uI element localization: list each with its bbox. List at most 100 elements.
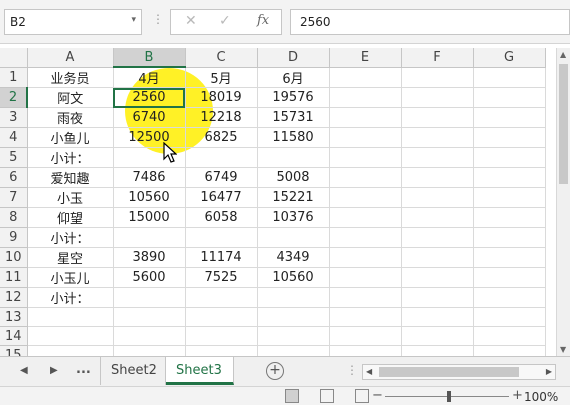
cell-f14[interactable] (401, 326, 474, 346)
tab-sheet2[interactable]: Sheet2 (100, 357, 166, 385)
row-header[interactable]: 15 (0, 345, 28, 356)
scroll-left-icon[interactable]: ◀ (366, 367, 372, 376)
cell-d6[interactable]: 5008 (257, 167, 330, 188)
scroll-right-icon[interactable]: ▶ (546, 367, 552, 376)
cell-c15[interactable] (185, 345, 258, 356)
chevron-down-icon[interactable]: ▾ (131, 15, 136, 25)
cell-f10[interactable] (401, 247, 474, 268)
cell-d9[interactable] (257, 227, 330, 248)
vertical-scrollbar[interactable]: ▲ ▼ (556, 48, 570, 356)
cell-d8[interactable]: 10376 (257, 207, 330, 228)
normal-view-icon[interactable] (285, 389, 299, 403)
cell-f12[interactable] (401, 287, 474, 308)
cell-a13[interactable] (27, 307, 114, 327)
cancel-icon[interactable]: ✕ (185, 13, 197, 29)
cell-e2[interactable] (329, 87, 402, 108)
cell-d14[interactable] (257, 326, 330, 346)
row-header[interactable]: 4 (0, 127, 28, 148)
enter-icon[interactable]: ✓ (219, 13, 231, 29)
cell-a8[interactable]: 仰望 (27, 207, 114, 228)
cell-f15[interactable] (401, 345, 474, 356)
cell-table[interactable]: ABCDEFG 1 业务员 4月 5月 6月 2 阿文 2560 18019 19576 3 雨夜 67… (0, 48, 546, 356)
cell-a15[interactable] (27, 345, 114, 356)
cell-b2[interactable]: 2560 (113, 87, 186, 108)
column-header-c[interactable]: C (185, 48, 258, 68)
cell-g10[interactable] (473, 247, 546, 268)
cell-a9[interactable]: 小计： (27, 227, 114, 248)
cell-g5[interactable] (473, 147, 546, 168)
cell-e13[interactable] (329, 307, 402, 327)
cell-b10[interactable]: 3890 (113, 247, 186, 268)
cell-g11[interactable] (473, 267, 546, 288)
scroll-thumb[interactable] (559, 64, 568, 184)
zoom-in-button[interactable]: + (512, 388, 523, 403)
formula-input[interactable]: 2560 (290, 9, 570, 35)
worksheet-grid[interactable]: ABCDEFG 1 业务员 4月 5月 6月 2 阿文 2560 18019 19576 3 雨夜 67… (0, 48, 556, 356)
cell-g8[interactable] (473, 207, 546, 228)
cell-g9[interactable] (473, 227, 546, 248)
tab-splitter-icon[interactable]: ⋮ (346, 363, 358, 377)
cell-d12[interactable] (257, 287, 330, 308)
cell-e6[interactable] (329, 167, 402, 188)
cell-c13[interactable] (185, 307, 258, 327)
cell-g2[interactable] (473, 87, 546, 108)
zoom-out-button[interactable]: − (372, 388, 383, 403)
cell-c8[interactable]: 6058 (185, 207, 258, 228)
cell-d7[interactable]: 15221 (257, 187, 330, 208)
cell-b8[interactable]: 15000 (113, 207, 186, 228)
cell-b9[interactable] (113, 227, 186, 248)
column-header-d[interactable]: D (257, 48, 330, 68)
row-header[interactable]: 12 (0, 287, 28, 308)
scroll-up-icon[interactable]: ▲ (560, 50, 566, 59)
cell-e9[interactable] (329, 227, 402, 248)
cell-c3[interactable]: 12218 (185, 107, 258, 128)
insert-function-icon[interactable]: fx (257, 13, 269, 28)
cell-d11[interactable]: 10560 (257, 267, 330, 288)
zoom-slider-thumb[interactable] (447, 391, 451, 402)
cell-b14[interactable] (113, 326, 186, 346)
tab-sheet3[interactable]: Sheet3 (166, 357, 234, 385)
cell-b15[interactable] (113, 345, 186, 356)
cell-f9[interactable] (401, 227, 474, 248)
cell-b11[interactable]: 5600 (113, 267, 186, 288)
cell-e12[interactable] (329, 287, 402, 308)
cell-f1[interactable] (401, 67, 474, 88)
column-header-g[interactable]: G (473, 48, 546, 68)
column-header-b[interactable]: B (113, 48, 186, 68)
cell-c4[interactable]: 6825 (185, 127, 258, 148)
row-header[interactable]: 1 (0, 67, 28, 88)
cell-f13[interactable] (401, 307, 474, 327)
row-header[interactable]: 13 (0, 307, 28, 327)
cell-g4[interactable] (473, 127, 546, 148)
row-header[interactable]: 7 (0, 187, 28, 208)
row-header[interactable]: 6 (0, 167, 28, 188)
cell-f4[interactable] (401, 127, 474, 148)
cell-d13[interactable] (257, 307, 330, 327)
cell-a1[interactable]: 业务员 (27, 67, 114, 88)
cell-d1[interactable]: 6月 (257, 67, 330, 88)
cell-c11[interactable]: 7525 (185, 267, 258, 288)
cell-g1[interactable] (473, 67, 546, 88)
cell-a4[interactable]: 小鱼儿 (27, 127, 114, 148)
cell-b13[interactable] (113, 307, 186, 327)
cell-f8[interactable] (401, 207, 474, 228)
cell-a2[interactable]: 阿文 (27, 87, 114, 108)
horizontal-scrollbar[interactable]: ◀ ▶ (362, 364, 556, 380)
page-layout-view-icon[interactable] (320, 389, 334, 403)
cell-a10[interactable]: 星空 (27, 247, 114, 268)
row-header[interactable]: 10 (0, 247, 28, 268)
cell-g6[interactable] (473, 167, 546, 188)
scroll-down-icon[interactable]: ▼ (560, 345, 566, 354)
page-break-view-icon[interactable] (355, 389, 369, 403)
cell-a14[interactable] (27, 326, 114, 346)
column-header-a[interactable]: A (27, 48, 114, 68)
cell-c12[interactable] (185, 287, 258, 308)
more-sheets-button[interactable]: ... (76, 362, 91, 377)
cell-c6[interactable]: 6749 (185, 167, 258, 188)
cell-c2[interactable]: 18019 (185, 87, 258, 108)
row-header[interactable]: 5 (0, 147, 28, 168)
row-header[interactable]: 8 (0, 207, 28, 228)
column-header-f[interactable]: F (401, 48, 474, 68)
drag-handle-icon[interactable]: ⋮ (152, 12, 164, 26)
cell-a12[interactable]: 小计： (27, 287, 114, 308)
